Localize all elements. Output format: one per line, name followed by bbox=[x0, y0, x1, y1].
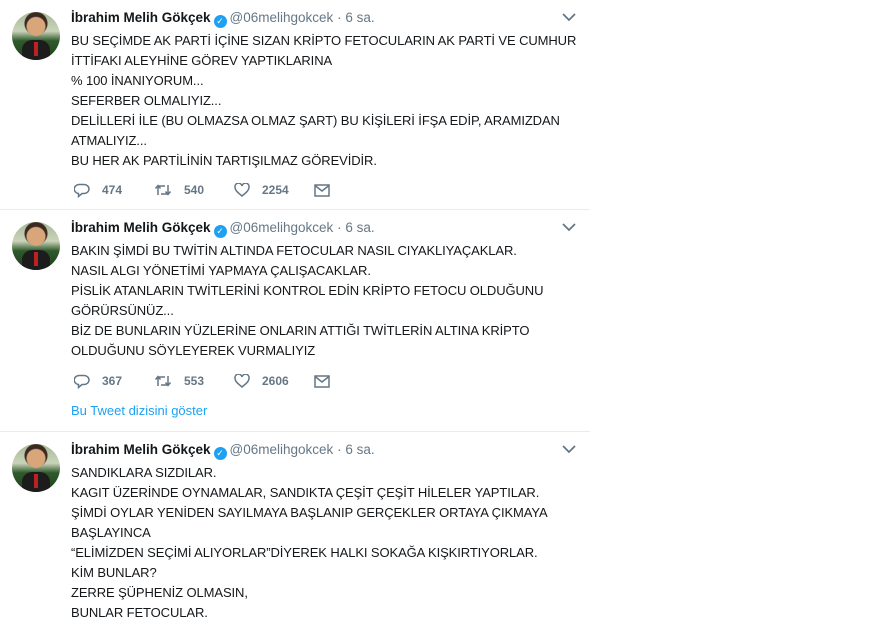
like-count: 2606 bbox=[262, 374, 289, 388]
tweet-line: DELİLLERİ İLE (BU OLMAZSA OLMAZ ŞART) BU… bbox=[71, 113, 560, 128]
separator-dot: · bbox=[333, 442, 346, 457]
tweet[interactable]: İbrahim Melih Gökçek ✓ @06melihgokcek · 6 … bbox=[0, 432, 590, 626]
tweet[interactable]: İbrahim Melih Gökçek ✓ @06melihgokcek · 6 … bbox=[0, 210, 590, 432]
tweet-line: ZERRE ŞÜPHENİZ OLMASIN, bbox=[71, 585, 248, 600]
retweet-count: 553 bbox=[184, 374, 205, 388]
tweet-line: “ELİMİZDEN SEÇİMİ ALIYORLAR”DİYEREK HALK… bbox=[71, 545, 538, 560]
tweet-line: BAKIN ŞİMDİ BU TWİTİN ALTINDA FETOCULAR … bbox=[71, 243, 517, 258]
tweet-line: BU HER AK PARTİLİNİN TARTIŞILMAZ GÖREVİD… bbox=[71, 153, 377, 168]
avatar[interactable] bbox=[12, 12, 60, 60]
tweet-line: GÖRÜRSÜNÜZ... bbox=[71, 303, 174, 318]
tweet[interactable]: İbrahim Melih Gökçek ✓ @06melihgokcek · 6 … bbox=[0, 0, 590, 210]
avatar[interactable] bbox=[12, 444, 60, 492]
verified-badge-icon: ✓ bbox=[213, 15, 227, 28]
chevron-down-icon[interactable] bbox=[562, 222, 576, 232]
verified-badge-icon: ✓ bbox=[213, 447, 227, 460]
author-name[interactable]: İbrahim Melih Gökçek bbox=[71, 442, 211, 457]
like-count: 2254 bbox=[262, 183, 289, 197]
heart-icon bbox=[234, 183, 250, 197]
reply-icon bbox=[74, 374, 90, 389]
chevron-down-icon[interactable] bbox=[562, 12, 576, 22]
tweet-line: SEFERBER OLMALIYIZ... bbox=[71, 93, 222, 108]
tweet-line: ATMALIYIZ... bbox=[71, 133, 147, 148]
author-name[interactable]: İbrahim Melih Gökçek bbox=[71, 10, 211, 25]
tweet-line: BUNLAR FETOCULAR. bbox=[71, 605, 208, 620]
like-button[interactable]: 2254 bbox=[234, 183, 314, 197]
tweet-header: İbrahim Melih Gökçek ✓ @06melihgokcek · 6 … bbox=[71, 220, 375, 238]
tweet-line: BU SEÇİMDE AK PARTİ İÇİNE SIZAN KRİPTO F… bbox=[71, 33, 577, 48]
retweet-icon bbox=[154, 375, 172, 387]
retweet-icon bbox=[154, 184, 172, 196]
tweet-header: İbrahim Melih Gökçek ✓ @06melihgokcek · 6 … bbox=[71, 442, 375, 460]
dm-button[interactable] bbox=[314, 374, 342, 388]
tweet-timestamp[interactable]: 6 sa. bbox=[345, 220, 374, 235]
tweet-header: İbrahim Melih Gökçek ✓ @06melihgokcek · 6 … bbox=[71, 10, 375, 28]
tweet-line: KİM BUNLAR? bbox=[71, 565, 157, 580]
author-name[interactable]: İbrahim Melih Gökçek bbox=[71, 220, 211, 235]
envelope-icon bbox=[314, 183, 330, 197]
reply-count: 367 bbox=[102, 374, 123, 388]
envelope-icon bbox=[314, 374, 330, 388]
tweet-text: BAKIN ŞİMDİ BU TWİTİN ALTINDA FETOCULAR … bbox=[71, 241, 581, 361]
tweet-timestamp[interactable]: 6 sa. bbox=[345, 442, 374, 457]
tweet-text: SANDIKLARA SIZDILAR. KAGIT ÜZERİNDE OYNA… bbox=[71, 463, 581, 623]
retweet-button[interactable]: 553 bbox=[154, 374, 234, 388]
tweet-line: BAŞLAYINCA bbox=[71, 525, 151, 540]
reply-button[interactable]: 367 bbox=[74, 374, 154, 389]
author-handle[interactable]: @06melihgokcek bbox=[230, 220, 334, 235]
verified-badge-icon: ✓ bbox=[213, 225, 227, 238]
tweet-feed: İbrahim Melih Gökçek ✓ @06melihgokcek · 6 … bbox=[0, 0, 590, 626]
chevron-down-icon[interactable] bbox=[562, 444, 576, 454]
tweet-line: % 100 İNANIYORUM... bbox=[71, 73, 204, 88]
tweet-line: SANDIKLARA SIZDILAR. bbox=[71, 465, 217, 480]
tweet-text: BU SEÇİMDE AK PARTİ İÇİNE SIZAN KRİPTO F… bbox=[71, 31, 581, 171]
tweet-line: İTTİFAKI ALEYHİNE GÖREV YAPTIKLARINA bbox=[71, 53, 333, 68]
tweet-line: PİSLİK ATANLARIN TWİTLERİNİ KONTROL EDİN… bbox=[71, 283, 544, 298]
tweet-line: ŞİMDİ OYLAR YENİDEN SAYILMAYA BAŞLANIP G… bbox=[71, 505, 548, 520]
tweet-timestamp[interactable]: 6 sa. bbox=[345, 10, 374, 25]
reply-button[interactable]: 474 bbox=[74, 183, 154, 198]
tweet-actions: 474 540 2254 bbox=[74, 181, 342, 199]
separator-dot: · bbox=[333, 10, 346, 25]
heart-icon bbox=[234, 374, 250, 388]
retweet-button[interactable]: 540 bbox=[154, 183, 234, 197]
author-handle[interactable]: @06melihgokcek bbox=[230, 442, 334, 457]
tweet-line: NASIL ALGI YÖNETİMİ YAPMAYA ÇALIŞACAKLAR… bbox=[71, 263, 371, 278]
reply-count: 474 bbox=[102, 183, 123, 197]
retweet-count: 540 bbox=[184, 183, 205, 197]
tweet-line: OLDUĞUNU SÖYLEYEREK VURMALIYIZ bbox=[71, 343, 316, 358]
show-thread-link[interactable]: Bu Tweet dizisini göster bbox=[71, 403, 207, 418]
tweet-actions: 367 553 2606 bbox=[74, 372, 342, 390]
author-handle[interactable]: @06melihgokcek bbox=[230, 10, 334, 25]
like-button[interactable]: 2606 bbox=[234, 374, 314, 388]
reply-icon bbox=[74, 183, 90, 198]
avatar[interactable] bbox=[12, 222, 60, 270]
separator-dot: · bbox=[333, 220, 346, 235]
tweet-line: BİZ DE BUNLARIN YÜZLERİNE ONLARIN ATTIĞI… bbox=[71, 323, 530, 338]
dm-button[interactable] bbox=[314, 183, 342, 197]
tweet-line: KAGIT ÜZERİNDE OYNAMALAR, SANDIKTA ÇEŞİT… bbox=[71, 485, 540, 500]
